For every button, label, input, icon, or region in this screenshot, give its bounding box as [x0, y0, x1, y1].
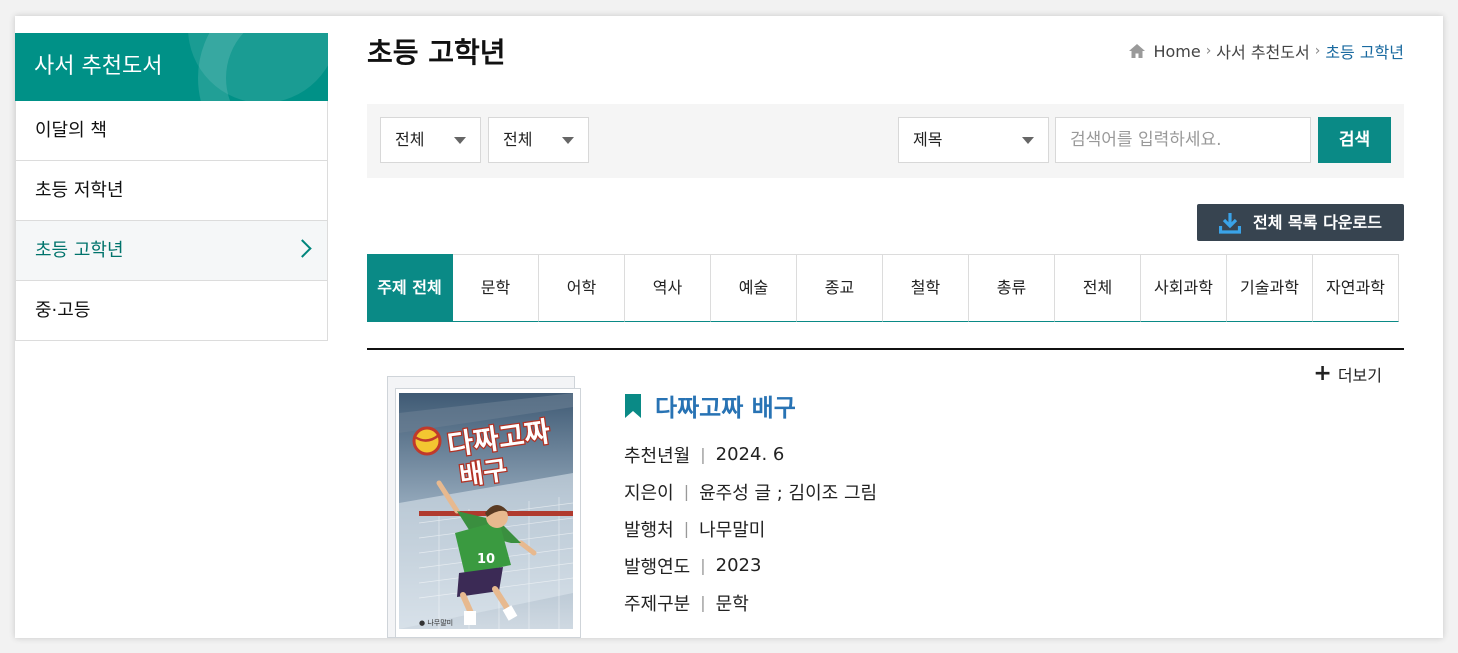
breadcrumb: Home › 사서 추천도서 › 초등 고학년 — [1129, 39, 1404, 63]
book-cover[interactable]: 다짜고짜 배구 10 ● 나무말미 — [387, 376, 581, 638]
sidebar-item-label: 이달의 책 — [35, 120, 107, 141]
more-label: 더보기 — [1337, 366, 1382, 385]
meta-separator: | — [700, 556, 706, 575]
tab-arts[interactable]: 예술 — [711, 254, 797, 322]
search-input[interactable] — [1055, 117, 1311, 163]
book-meta: 추천년월 | 2024. 6 지은이 | 윤주성 글 ; 김이조 그림 발행처 … — [624, 436, 877, 621]
breadcrumb-separator: › — [1314, 43, 1321, 59]
sidebar-item-label: 중·고등 — [35, 300, 91, 321]
tab-religion[interactable]: 종교 — [797, 254, 883, 322]
meta-separator: | — [700, 593, 706, 612]
page-title: 초등 고학년 — [367, 36, 506, 69]
more-link[interactable]: + 더보기 — [1313, 362, 1382, 386]
breadcrumb-separator: › — [1205, 43, 1212, 59]
list-divider — [367, 348, 1404, 350]
caret-down-icon — [1022, 137, 1034, 144]
page-card: 사서 추천도서 이달의 책 초등 저학년 초등 고학년 중·고등 초등 고학년 … — [15, 16, 1443, 638]
select-value: 전체 — [503, 130, 533, 149]
meta-author: 지은이 | 윤주성 글 ; 김이조 그림 — [624, 473, 877, 510]
sidebar-item-upper-elementary[interactable]: 초등 고학년 — [15, 221, 328, 281]
category-select-1[interactable]: 전체 — [380, 117, 481, 163]
breadcrumb-parent[interactable]: 사서 추천도서 — [1216, 39, 1309, 63]
sidebar-item-monthly-book[interactable]: 이달의 책 — [15, 101, 328, 161]
sidebar-item-lower-elementary[interactable]: 초등 저학년 — [15, 161, 328, 221]
tab-philosophy[interactable]: 철학 — [883, 254, 969, 322]
tab-history[interactable]: 역사 — [625, 254, 711, 322]
meta-separator: | — [700, 445, 706, 464]
sidebar-item-label: 초등 고학년 — [35, 240, 124, 261]
caret-down-icon — [562, 137, 574, 144]
subject-tabs: 주제 전체 문학 어학 역사 예술 종교 철학 총류 전체 사회과학 기술과학 … — [367, 254, 1399, 322]
sidebar-title: 사서 추천도서 — [34, 54, 163, 79]
search-field-select[interactable]: 제목 — [898, 117, 1049, 163]
search-bar: 전체 전체 제목 검색 — [367, 104, 1404, 178]
meta-subject: 주제구분 | 문학 — [624, 584, 877, 621]
meta-value: 나무말미 — [699, 519, 766, 541]
meta-publisher: 발행처 | 나무말미 — [624, 510, 877, 547]
tab-general-works[interactable]: 총류 — [969, 254, 1055, 322]
cover-jersey-number: 10 — [477, 552, 495, 567]
breadcrumb-current: 초등 고학년 — [1325, 43, 1404, 62]
book-title-text: 다짜고짜 배구 — [655, 394, 796, 422]
meta-label: 발행처 — [624, 519, 674, 541]
breadcrumb-home[interactable]: Home — [1153, 42, 1200, 61]
tab-social-sciences[interactable]: 사회과학 — [1141, 254, 1227, 322]
meta-value: 2023 — [715, 555, 762, 576]
book-title[interactable]: 다짜고짜 배구 — [625, 388, 796, 423]
meta-recommend-date: 추천년월 | 2024. 6 — [624, 436, 877, 473]
header-decoration-ring — [198, 33, 328, 101]
download-icon — [1219, 212, 1242, 234]
main-content: 초등 고학년 Home › 사서 추천도서 › 초등 고학년 전체 전체 제목 — [367, 16, 1404, 638]
meta-label: 추천년월 — [624, 445, 691, 467]
meta-value: 2024. 6 — [715, 444, 785, 465]
sidebar-header: 사서 추천도서 — [15, 33, 328, 101]
sidebar-item-label: 초등 저학년 — [35, 180, 124, 201]
meta-label: 지은이 — [624, 482, 674, 504]
caret-down-icon — [454, 137, 466, 144]
book-cover-front: 다짜고짜 배구 10 ● 나무말미 — [395, 388, 581, 638]
select-value: 제목 — [913, 130, 943, 149]
tab-language[interactable]: 어학 — [539, 254, 625, 322]
tab-all-subjects[interactable]: 주제 전체 — [367, 254, 453, 322]
bookmark-icon — [625, 393, 641, 418]
tab-literature[interactable]: 문학 — [453, 254, 539, 322]
download-button-label: 전체 목록 다운로드 — [1253, 213, 1382, 232]
cover-publisher-mark: ● 나무말미 — [419, 618, 453, 627]
book-cover-illustration: 다짜고짜 배구 10 ● 나무말미 — [399, 393, 574, 629]
tab-natural-sciences[interactable]: 자연과학 — [1313, 254, 1399, 322]
meta-publish-year: 발행연도 | 2023 — [624, 547, 877, 584]
meta-label: 발행연도 — [624, 556, 691, 578]
meta-label: 주제구분 — [624, 593, 691, 615]
category-select-2[interactable]: 전체 — [488, 117, 589, 163]
tab-technology[interactable]: 기술과학 — [1227, 254, 1313, 322]
meta-value: 윤주성 글 ; 김이조 그림 — [699, 482, 878, 504]
plus-icon: + — [1313, 361, 1332, 386]
chevron-right-icon — [293, 239, 312, 258]
home-icon — [1129, 44, 1146, 58]
search-button[interactable]: 검색 — [1318, 117, 1391, 163]
download-list-button[interactable]: 전체 목록 다운로드 — [1197, 204, 1404, 241]
meta-value: 문학 — [715, 593, 749, 615]
tab-all[interactable]: 전체 — [1055, 254, 1141, 322]
sidebar-item-middle-high[interactable]: 중·고등 — [15, 281, 328, 341]
sidebar: 사서 추천도서 이달의 책 초등 저학년 초등 고학년 중·고등 — [15, 33, 328, 341]
select-value: 전체 — [395, 130, 425, 149]
meta-separator: | — [683, 519, 690, 538]
meta-separator: | — [683, 482, 690, 501]
